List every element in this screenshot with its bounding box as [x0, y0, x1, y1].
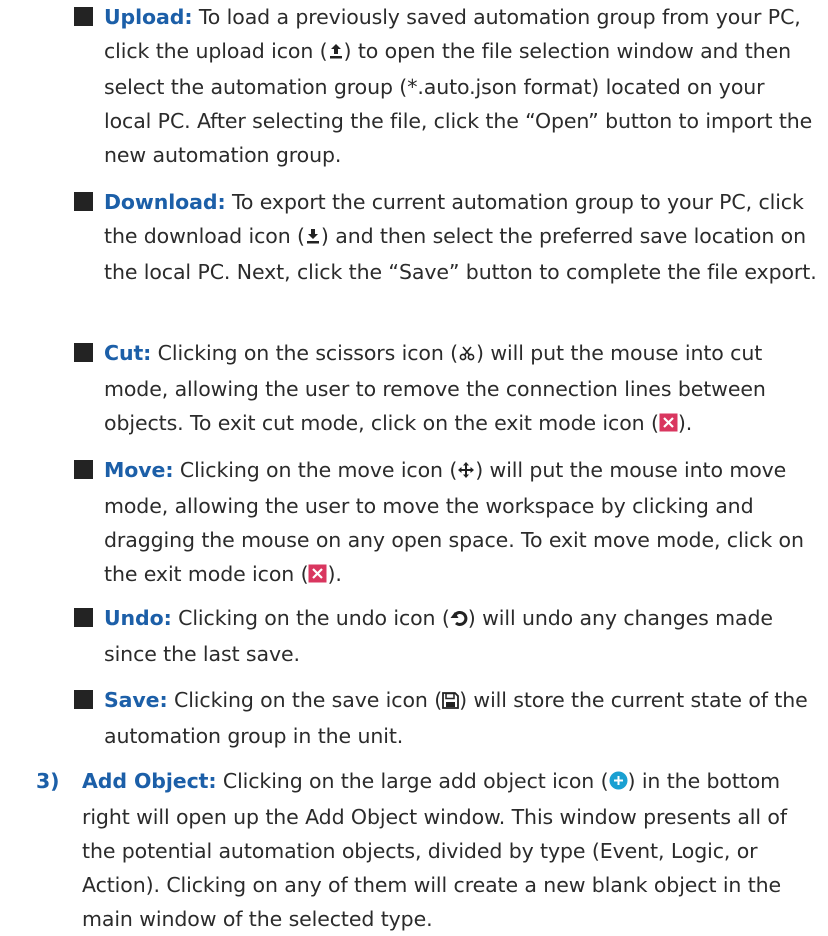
add-object-icon: [609, 766, 628, 800]
term-cut: Cut:: [104, 341, 152, 365]
exit-mode-icon: [308, 559, 327, 593]
item-text: ) in the bottom right will open up the A…: [82, 769, 787, 931]
list-item-cut: Cut: Clicking on the scissors icon () wi…: [74, 336, 818, 442]
item-number: 3): [36, 769, 60, 793]
term-add-object: Add Object:: [82, 769, 217, 793]
download-icon: [305, 221, 321, 255]
bullet-square: [74, 343, 93, 362]
save-icon: [442, 685, 459, 719]
item-text: Clicking on the scissors icon (: [151, 341, 459, 365]
item-text: Clicking on the large add object icon (: [216, 769, 609, 793]
item-text: ).: [327, 562, 342, 586]
term-upload: Upload:: [104, 5, 193, 29]
bullet-square: [74, 690, 93, 709]
item-text: ).: [677, 411, 693, 435]
bullet-square: [74, 460, 93, 479]
term-save: Save:: [104, 688, 168, 712]
bullet-square: [74, 7, 93, 26]
scissors-icon: [458, 338, 476, 372]
bullet-square: [74, 192, 93, 211]
bullet-square: [74, 608, 93, 627]
list-item-upload: Upload: To load a previously saved autom…: [74, 0, 818, 172]
item-text: Clicking on the undo icon (: [171, 606, 450, 630]
list-item-download: Download: To export the current automati…: [74, 185, 818, 289]
exit-mode-icon: [659, 408, 678, 442]
term-download: Download:: [104, 190, 226, 214]
list-item-save: Save: Clicking on the save icon () will …: [74, 683, 818, 753]
numbered-item-add-object: 3) Add Object: Clicking on the large add…: [36, 764, 816, 936]
move-icon: [457, 455, 475, 489]
upload-icon: [328, 36, 344, 70]
term-move: Move:: [104, 458, 174, 482]
list-item-move: Move: Clicking on the move icon () will …: [74, 453, 818, 593]
undo-icon: [450, 603, 468, 637]
item-text: Clicking on the move icon (: [173, 458, 458, 482]
document-page: Upload: To load a previously saved autom…: [0, 0, 828, 931]
list-item-undo: Undo: Clicking on the undo icon () will …: [74, 601, 818, 671]
term-undo: Undo:: [104, 606, 172, 630]
item-text: Clicking on the save icon (: [167, 688, 443, 712]
